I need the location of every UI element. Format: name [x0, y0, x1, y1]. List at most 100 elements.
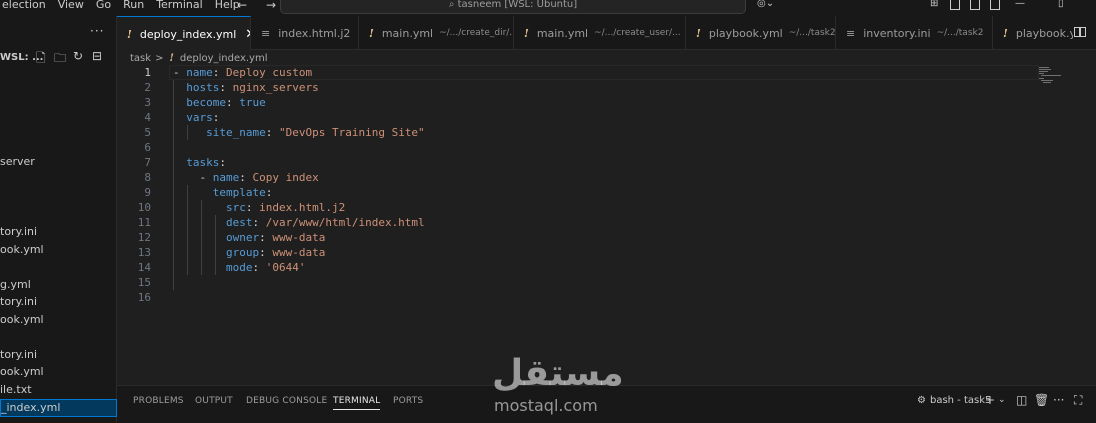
toggle-secondary-sidebar-icon[interactable] — [990, 0, 1000, 10]
punctuation-token: : — [265, 126, 279, 139]
code-line[interactable]: group: www-data — [173, 245, 325, 260]
more-actions-icon[interactable]: ··· — [90, 24, 104, 38]
code-line[interactable]: hosts: nginx_servers — [173, 80, 318, 95]
line-number: 2 — [144, 81, 151, 94]
code-line[interactable]: owner: www-data — [173, 230, 325, 245]
code-line[interactable]: site_name: "DevOps Training Site" — [173, 125, 425, 140]
tab-description: ~/.../task2 — [936, 28, 984, 38]
punctuation-token: : — [212, 111, 220, 124]
watermark-logo-arabic: مستقل — [492, 353, 624, 394]
new-folder-icon[interactable]: 🗀 — [54, 49, 66, 70]
tab-problems[interactable]: PROBLEMS — [133, 396, 184, 406]
code-line[interactable]: vars: — [173, 110, 219, 125]
chevron-down-icon[interactable]: ⌄ — [998, 395, 1006, 405]
customize-layout-icon[interactable]: ⊞ — [930, 0, 938, 9]
line-number: 4 — [144, 111, 151, 124]
command-center[interactable]: ⌕ tasneem [WSL: Ubuntu] — [280, 0, 746, 14]
line-number: 9 — [144, 186, 151, 199]
punctuation-token: : — [219, 156, 226, 169]
menu-run[interactable]: Run — [117, 0, 150, 12]
tab-label: index.html.j2 — [278, 26, 351, 40]
new-terminal-icon[interactable]: + — [985, 393, 995, 407]
punctuation-token: - — [173, 66, 187, 79]
code-line[interactable]: tasks: — [173, 155, 226, 170]
menu-selection[interactable]: election — [0, 0, 52, 12]
tree-item[interactable]: server — [0, 155, 35, 168]
watermark-logo-url: mostaql.com — [494, 396, 598, 415]
menu-view[interactable]: View — [52, 0, 90, 12]
punctuation-token — [173, 156, 186, 169]
split-terminal-icon[interactable]: ◫ — [1016, 393, 1027, 407]
menu-bar: election View Go Run Terminal Help — [0, 0, 246, 15]
menu-go[interactable]: Go — [90, 0, 117, 12]
breadcrumb-folder[interactable]: task — [130, 53, 151, 64]
breadcrumb-file[interactable]: deploy_index.yml — [180, 53, 268, 64]
yaml-key-token: mode — [225, 261, 253, 274]
tree-item[interactable]: ook.yml — [0, 313, 44, 326]
line-number: 8 — [144, 171, 151, 184]
punctuation-token — [173, 81, 186, 94]
tab-playbook[interactable]: ! playbook.y — [993, 16, 1073, 50]
tab-main-create-dir[interactable]: ! main.yml ~/.../create_dir/... — [359, 16, 514, 50]
tree-item[interactable]: ook.yml — [0, 365, 44, 378]
tab-main-create-user[interactable]: ! main.yml ~/.../create_user/... ● — [514, 16, 686, 50]
tab-playbook-task2[interactable]: ! playbook.yml ~/.../task2 — [686, 16, 836, 50]
punctuation-token: : — [226, 96, 240, 109]
tab-label: main.yml — [381, 26, 434, 40]
yaml-key-token: src — [225, 201, 246, 214]
punctuation-token: : — [239, 171, 253, 184]
yaml-file-icon: ! — [1003, 26, 1008, 40]
tab-index-html[interactable]: ≡ index.html.j2 — [251, 16, 359, 50]
forward-arrow-icon[interactable]: → — [266, 0, 276, 12]
yaml-key-token: dest — [225, 216, 253, 229]
tree-item-selected[interactable]: _index.yml — [0, 399, 117, 417]
tree-item[interactable]: tory.ini — [0, 225, 37, 238]
toggle-panel-icon[interactable] — [970, 0, 980, 10]
restore-icon[interactable]: ▯ — [1058, 0, 1064, 9]
yaml-file-icon: ! — [169, 52, 174, 64]
yaml-file-icon: ! — [369, 26, 374, 40]
explorer-workspace-header[interactable]: WSL: ... 🗋 🗀 ↻ ⊟ — [0, 48, 117, 66]
more-actions-icon[interactable]: ··· — [1053, 393, 1064, 407]
split-editor-icon[interactable] — [1074, 27, 1086, 37]
yaml-value-token: Deploy custom — [226, 66, 313, 79]
yaml-value-token: /var/www/html/index.html — [265, 216, 425, 229]
tab-inventory-task2[interactable]: ≡ inventory.ini ~/.../task2 — [836, 16, 993, 50]
maximize-panel-icon[interactable]: ⛶ — [1074, 393, 1082, 408]
code-line[interactable]: become: true — [173, 95, 266, 110]
explorer-sidebar: ··· WSL: ... 🗋 🗀 ↻ ⊟ server tory.ini ook… — [0, 16, 117, 423]
tab-debug-console[interactable]: DEBUG CONSOLE — [246, 396, 327, 406]
code-line[interactable]: src: index.html.j2 — [173, 200, 345, 215]
yaml-key-token: site_name — [206, 126, 266, 139]
tab-output[interactable]: OUTPUT — [195, 396, 233, 406]
yaml-key-token: template — [212, 186, 266, 199]
tree-item[interactable]: ook.yml — [0, 243, 44, 256]
copilot-icon[interactable]: ◎⌄ — [757, 0, 774, 9]
tab-deploy-index[interactable]: ! deploy_index.yml ✕ — [117, 16, 251, 51]
collapse-all-icon[interactable]: ⊟ — [92, 49, 102, 63]
tree-item[interactable]: tory.ini — [0, 295, 37, 308]
code-line[interactable]: - name: Deploy custom — [173, 65, 312, 80]
toggle-sidebar-icon[interactable] — [950, 0, 960, 10]
minimap[interactable] — [1037, 65, 1067, 85]
minimize-icon[interactable]: — — [1015, 0, 1025, 9]
terminal-instance[interactable]: ⚙ bash - task5 — [917, 395, 991, 406]
punctuation-token — [173, 261, 226, 274]
tab-terminal[interactable]: TERMINAL — [333, 396, 381, 410]
tab-ports[interactable]: PORTS — [393, 396, 423, 406]
tree-item[interactable]: ile.txt — [0, 383, 32, 396]
line-number: 11 — [137, 216, 151, 229]
refresh-icon[interactable]: ↻ — [73, 49, 83, 63]
code-editor[interactable]: 1 2 3 4 5 6 7 8 9 10 11 12 13 14 15 16 - name: Deploy c… — [117, 65, 1096, 385]
code-line[interactable]: dest: /var/www/html/index.html — [173, 215, 425, 230]
trash-icon[interactable]: 🗑 — [1034, 393, 1049, 407]
new-file-icon[interactable]: 🗋 — [36, 49, 46, 70]
back-arrow-icon[interactable]: ← — [237, 0, 247, 12]
tree-item[interactable]: g.yml — [0, 278, 31, 291]
code-line[interactable]: mode: '0644' — [173, 260, 306, 275]
yaml-value-token: "DevOps Training Site" — [278, 126, 425, 139]
tree-item[interactable]: tory.ini — [0, 348, 37, 361]
code-line[interactable]: - name: Copy index — [173, 170, 318, 185]
menu-terminal[interactable]: Terminal — [150, 0, 209, 12]
punctuation-token — [173, 126, 206, 139]
